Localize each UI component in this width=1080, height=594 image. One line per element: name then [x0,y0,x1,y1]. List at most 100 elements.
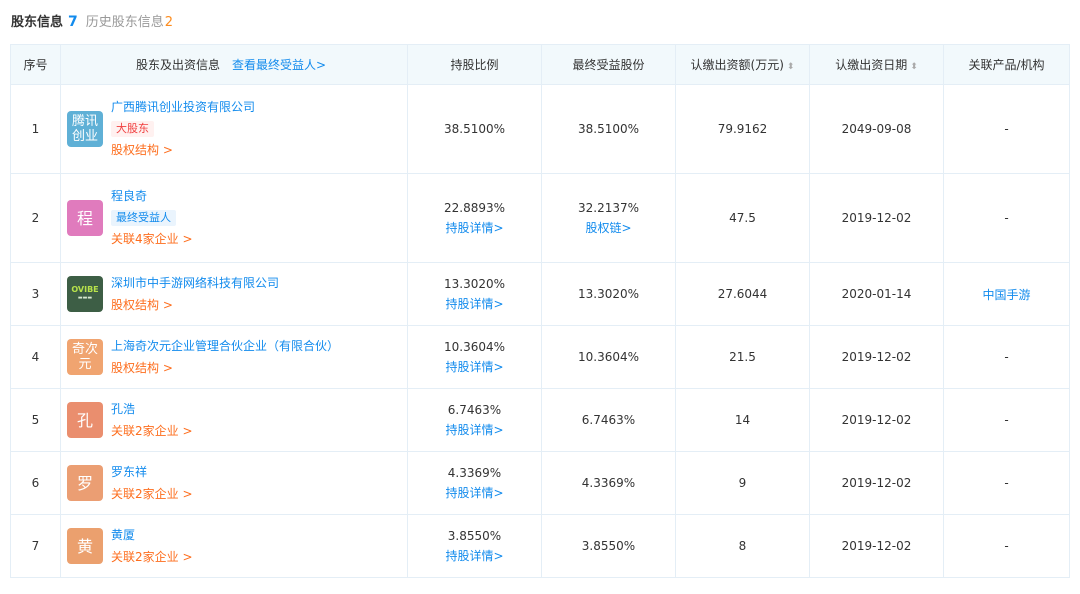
final-shares-value: 6.7463% [581,413,636,427]
shareholder-related-link[interactable]: 关联4家企业 > [111,231,193,248]
row-index: 4 [10,325,61,389]
ratio-value: 3.8550% [447,529,502,543]
final-shares-cell: 10.3604% [541,325,676,389]
final-shares-value: 4.3369% [581,476,636,490]
holding-detail-link[interactable]: 持股详情> [408,295,541,313]
shareholder-info: 深圳市中手游网络科技有限公司 股权结构 > [111,275,279,314]
shareholder-name-link[interactable]: 罗东祥 [111,464,147,481]
related-value: - [1004,476,1009,490]
history-shareholders-tab[interactable]: 历史股东信息 [86,11,164,30]
related-cell: - [943,84,1070,174]
shareholder-wrap: 黄 黄厦 关联2家企业 > [61,527,407,566]
related-cell: - [943,388,1070,452]
company-logo-image[interactable]: OVIBE ▬▬▬ [67,276,103,312]
related-value: - [1004,413,1009,427]
shareholder-avatar[interactable]: 罗 [67,465,103,501]
holding-detail-link[interactable]: 持股详情> [408,484,541,502]
shareholder-cell: 孔 孔浩 关联2家企业 > [60,388,408,452]
shareholder-cell: 腾讯 创业 广西腾讯创业投资有限公司 大股东 股权结构 > [60,84,408,174]
shareholder-avatar[interactable]: 腾讯 创业 [67,111,103,147]
row-index: 3 [10,262,61,326]
holding-detail-link[interactable]: 持股详情> [408,358,541,376]
capital-value: 47.5 [675,173,810,263]
col-shareholder: 股东及出资信息 查看最终受益人> [60,44,408,85]
table-row: 7 黄 黄厦 关联2家企业 > 3.8550% 持股详情> 3.8550% 8 2… [10,514,1070,578]
ratio-value: 22.8893% [443,201,506,215]
row-index: 6 [10,451,61,515]
table-row: 5 孔 孔浩 关联2家企业 > 6.7463% 持股详情> 6.7463% 14 … [10,388,1070,452]
shareholder-related-link[interactable]: 股权结构 > [111,297,173,314]
shareholder-cell: 程 程良奇 最终受益人 关联4家企业 > [60,173,408,263]
capital-value: 9 [675,451,810,515]
sort-icon[interactable]: ⬍ [787,62,795,72]
ratio-value: 10.3604% [443,340,506,354]
capital-value: 14 [675,388,810,452]
shareholder-name-link[interactable]: 广西腾讯创业投资有限公司 [111,99,255,116]
shareholder-name-link[interactable]: 上海奇次元企业管理合伙企业（有限合伙） [111,338,339,355]
shareholder-avatar[interactable]: 程 [67,200,103,236]
shareholder-avatar[interactable]: 黄 [67,528,103,564]
related-cell: 中国手游 [943,262,1070,326]
related-value: - [1004,539,1009,553]
shareholder-cell: 黄 黄厦 关联2家企业 > [60,514,408,578]
capital-value: 27.6044 [675,262,810,326]
holding-detail-link[interactable]: 持股详情> [408,421,541,439]
shareholder-related-link[interactable]: 关联2家企业 > [111,549,193,566]
final-shares-value: 13.3020% [577,287,640,301]
related-cell: - [943,514,1070,578]
ratio-value: 38.5100% [443,122,506,136]
col-related: 关联产品/机构 [943,44,1070,85]
related-value: - [1004,350,1009,364]
related-value[interactable]: 中国手游 [982,288,1030,302]
date-value: 2019-12-02 [809,451,944,515]
shareholder-related-link[interactable]: 关联2家企业 > [111,486,193,503]
final-shares-cell: 3.8550% [541,514,676,578]
holding-detail-link[interactable]: 持股详情> [408,219,541,237]
date-value: 2049-09-08 [809,84,944,174]
date-value: 2019-12-02 [809,325,944,389]
ratio-value: 13.3020% [443,277,506,291]
shareholder-wrap: 奇次元 上海奇次元企业管理合伙企业（有限合伙） 股权结构 > [61,338,407,377]
shareholder-avatar[interactable]: 孔 [67,402,103,438]
shareholder-info: 程良奇 最终受益人 关联4家企业 > [111,188,193,248]
shareholder-related-link[interactable]: 关联2家企业 > [111,423,193,440]
shareholder-related-link[interactable]: 股权结构 > [111,142,173,159]
shareholder-name-link[interactable]: 孔浩 [111,401,135,418]
col-date[interactable]: 认缴出资日期 ⬍ [809,44,944,85]
capital-value: 79.9162 [675,84,810,174]
sort-icon[interactable]: ⬍ [910,62,918,72]
col-capital[interactable]: 认缴出资额(万元) ⬍ [675,44,810,85]
ratio-cell: 10.3604% 持股详情> [407,325,542,389]
shareholder-table: 序号 股东及出资信息 查看最终受益人> 持股比例 最终受益股份 认缴出资额(万元)… [10,44,1070,578]
shareholder-name-link[interactable]: 黄厦 [111,527,135,544]
final-shares-value: 3.8550% [581,539,636,553]
shareholder-name-link[interactable]: 深圳市中手游网络科技有限公司 [111,275,279,292]
related-cell: - [943,325,1070,389]
section-header: 股东信息 7 历史股东信息 2 [11,11,173,33]
capital-value: 8 [675,514,810,578]
col-final-shares: 最终受益股份 [541,44,676,85]
view-beneficiary-link[interactable]: 查看最终受益人> [232,58,326,72]
table-row: 1 腾讯 创业 广西腾讯创业投资有限公司 大股东 股权结构 > 38.5100% … [10,84,1070,174]
shareholder-info: 孔浩 关联2家企业 > [111,401,193,440]
table-row: 4 奇次元 上海奇次元企业管理合伙企业（有限合伙） 股权结构 > 10.3604… [10,325,1070,389]
date-value: 2019-12-02 [809,388,944,452]
related-value: - [1004,122,1009,136]
shareholder-avatar[interactable]: 奇次元 [67,339,103,375]
equity-chain-link[interactable]: 股权链> [542,219,675,237]
shareholder-related-link[interactable]: 股权结构 > [111,360,173,377]
history-shareholders-count[interactable]: 2 [165,15,173,30]
table-header-row: 序号 股东及出资信息 查看最终受益人> 持股比例 最终受益股份 认缴出资额(万元)… [10,44,1070,85]
row-index: 5 [10,388,61,452]
final-shares-value: 32.2137% [577,201,640,215]
logo-image-text: OVIBE [71,285,99,294]
row-index: 2 [10,173,61,263]
table-row: 2 程 程良奇 最终受益人 关联4家企业 > 22.8893% 持股详情> 32.… [10,173,1070,263]
shareholder-name-link[interactable]: 程良奇 [111,188,147,205]
final-shares-cell: 32.2137% 股权链> [541,173,676,263]
ratio-cell: 38.5100% [407,84,542,174]
holding-detail-link[interactable]: 持股详情> [408,547,541,565]
ratio-value: 6.7463% [447,403,502,417]
final-shares-value: 10.3604% [577,350,640,364]
capital-value: 21.5 [675,325,810,389]
